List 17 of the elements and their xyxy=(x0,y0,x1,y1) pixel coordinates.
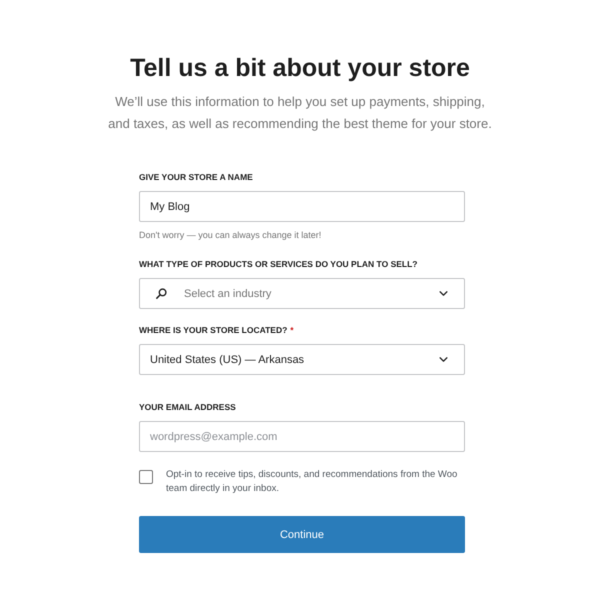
location-select[interactable]: United States (US) — Arkansas xyxy=(139,344,465,375)
store-name-help-text: Don't worry — you can always change it later! xyxy=(139,229,322,241)
opt-in-label: Opt-in to receive tips, discounts, and recommendations from the Woo team directly in your inbox. xyxy=(166,468,458,496)
opt-in-checkbox[interactable] xyxy=(139,470,153,484)
industry-select[interactable]: Select an industry xyxy=(139,278,465,309)
store-name-label: GIVE YOUR STORE A NAME xyxy=(139,171,254,183)
email-field[interactable]: wordpress@example.com xyxy=(139,421,465,452)
page-title: Tell us a bit about your store xyxy=(130,53,470,84)
search-icon xyxy=(156,288,167,299)
chevron-down-icon xyxy=(439,291,448,296)
continue-button[interactable]: Continue xyxy=(139,516,465,553)
store-name-field[interactable]: My Blog xyxy=(139,191,465,222)
location-label: WHERE IS YOUR STORE LOCATED? * xyxy=(139,324,295,336)
email-label: YOUR EMAIL ADDRESS xyxy=(139,401,237,413)
industry-label: WHAT TYPE OF PRODUCTS OR SERVICES DO YOU PLAN TO SELL? xyxy=(139,258,418,270)
chevron-down-icon xyxy=(439,357,448,362)
page-subtitle: We’ll use this information to help you set up payments, shipping, and taxes, as well as recommending the best theme for your store. xyxy=(107,93,493,133)
